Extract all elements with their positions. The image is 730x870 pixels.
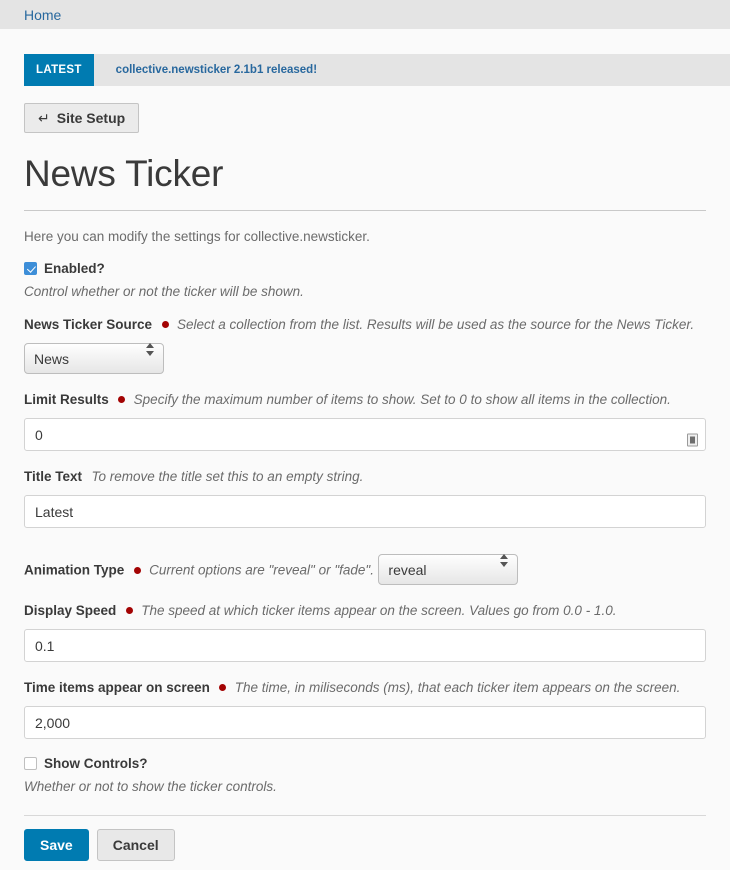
enabled-label[interactable]: Enabled? — [44, 261, 105, 276]
source-select[interactable]: News — [24, 343, 164, 375]
title-text-input[interactable] — [24, 495, 706, 529]
page-description: Here you can modify the settings for col… — [24, 229, 370, 245]
field-title-text: Title Text To remove the title set this … — [24, 468, 706, 529]
limit-results-hint: Specify the maximum number of items to s… — [133, 392, 671, 408]
show-controls-hint: Whether or not to show the ticker contro… — [24, 779, 277, 795]
number-stepper-icon[interactable] — [687, 433, 698, 447]
required-dot-icon — [133, 566, 141, 574]
display-speed-input[interactable] — [24, 629, 706, 663]
enabled-hint: Control whether or not the ticker will b… — [24, 284, 304, 300]
animation-type-label: Animation Type — [24, 562, 125, 578]
source-select-wrap: News — [24, 334, 164, 375]
save-button[interactable]: Save — [24, 829, 89, 862]
ticker-latest-badge: LATEST — [24, 54, 94, 86]
site-setup-wrap: ↵ Site Setup — [24, 86, 706, 133]
title-text-hint: To remove the title set this to an empty… — [91, 469, 364, 485]
source-hint: Select a collection from the list. Resul… — [176, 317, 695, 333]
site-setup-button[interactable]: ↵ Site Setup — [24, 103, 140, 133]
limit-results-input[interactable] — [24, 418, 706, 452]
return-arrow-icon: ↵ — [38, 110, 50, 126]
limit-results-input-wrap — [24, 418, 706, 452]
field-display-speed: Display Speed The speed at which ticker … — [24, 602, 706, 663]
field-news-ticker-source: News Ticker Source Select a collection f… — [24, 316, 706, 375]
field-animation-type: Animation Type Current options are "reve… — [24, 545, 706, 586]
enabled-check-row[interactable]: Enabled? — [24, 261, 706, 276]
required-dot-icon — [125, 607, 133, 615]
actions-divider — [24, 815, 706, 817]
field-time-on-screen: Time items appear on screen The time, in… — [24, 679, 706, 740]
time-on-screen-hint: The time, in miliseconds (ms), that each… — [234, 680, 681, 696]
required-dot-icon — [118, 396, 126, 404]
show-controls-checkbox[interactable] — [24, 757, 37, 771]
breadcrumb: Home — [0, 0, 730, 29]
ticker-spacer — [0, 29, 730, 54]
time-on-screen-label: Time items appear on screen — [24, 680, 210, 696]
form-actions: Save Cancel — [24, 829, 706, 862]
display-speed-hint: The speed at which ticker items appear o… — [141, 603, 617, 619]
ticker-message-link[interactable]: collective.newsticker 2.1b1 released! — [94, 54, 317, 86]
source-label: News Ticker Source — [24, 317, 153, 333]
site-setup-label: Site Setup — [56, 110, 126, 126]
show-controls-check-row[interactable]: Show Controls? — [24, 756, 706, 771]
animation-type-hint: Current options are "reveal" or "fade". — [149, 562, 374, 578]
required-dot-icon — [219, 684, 227, 692]
title-divider — [24, 210, 706, 212]
news-ticker-bar: LATEST collective.newsticker 2.1b1 relea… — [24, 54, 730, 86]
animation-type-select-wrap: reveal — [378, 545, 519, 586]
field-show-controls: Show Controls? Whether or not to show th… — [24, 756, 706, 794]
animation-type-select[interactable]: reveal — [378, 554, 519, 586]
title-text-label: Title Text — [24, 469, 83, 485]
enabled-checkbox[interactable] — [24, 262, 37, 276]
display-speed-label: Display Speed — [24, 603, 117, 619]
limit-results-label: Limit Results — [24, 392, 109, 408]
cancel-button[interactable]: Cancel — [96, 829, 175, 862]
required-dot-icon — [161, 321, 169, 329]
page-title: News Ticker — [24, 153, 224, 194]
time-on-screen-input[interactable] — [24, 706, 706, 740]
field-limit-results: Limit Results Specify the maximum number… — [24, 391, 706, 452]
field-enabled: Enabled? Control whether or not the tick… — [24, 261, 706, 299]
show-controls-label[interactable]: Show Controls? — [44, 756, 148, 771]
main-content: ↵ Site Setup News Ticker Here you can mo… — [0, 86, 730, 862]
breadcrumb-link-home[interactable]: Home — [24, 8, 61, 22]
